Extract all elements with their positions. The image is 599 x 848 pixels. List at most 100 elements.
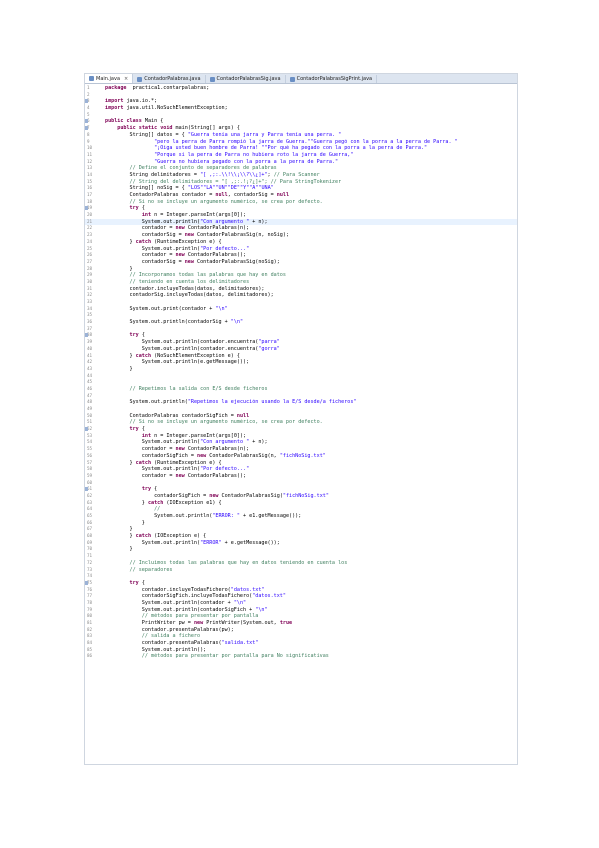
- tab-2[interactable]: ContadorPalabrasSig.java: [206, 75, 286, 83]
- code-line[interactable]: 35: [85, 312, 517, 319]
- code-line[interactable]: 48 System.out.println("Repetimos la ejec…: [85, 399, 517, 406]
- code-line[interactable]: 55 contador = new ContadorPalabras(n);: [85, 446, 517, 453]
- code-line[interactable]: 79 System.out.println(contadorSigFich + …: [85, 607, 517, 614]
- code-line[interactable]: 66 }: [85, 520, 517, 527]
- code-line[interactable]: 82 contador.presentaPalabras(pw);: [85, 627, 517, 634]
- code-line[interactable]: 8 String[] datos = { "Guerra tenía una j…: [85, 132, 517, 139]
- code-line[interactable]: 43 }: [85, 366, 517, 373]
- code-line[interactable]: 6 public class Main {: [85, 118, 517, 125]
- code-line[interactable]: 73 // separadores: [85, 567, 517, 574]
- code-line[interactable]: 72 // Incluimos todas las palabras que h…: [85, 560, 517, 567]
- code-line[interactable]: 78 System.out.println(contador + "\n": [85, 600, 517, 607]
- code-line[interactable]: 62 contadorSigFich = new ContadorPalabra…: [85, 493, 517, 500]
- code-line[interactable]: 9 "pero la perra de Parra rompió la jarr…: [85, 139, 517, 146]
- code-line[interactable]: 21 System.out.println("Con argumento " +…: [85, 218, 517, 226]
- code-line[interactable]: 56 contadorSigFich = new ContadorPalabra…: [85, 453, 517, 460]
- code-line[interactable]: 17 ContadorPalabras contador = null, con…: [85, 192, 517, 199]
- code-line[interactable]: 80 // métodos para presentar por pantall…: [85, 613, 517, 620]
- fold-marker-icon[interactable]: [85, 206, 88, 211]
- code-line[interactable]: 85 System.out.println();: [85, 647, 517, 654]
- code-line[interactable]: 77 contadorSigFich.incluyeTodasFichero("…: [85, 593, 517, 600]
- code-line[interactable]: 28 }: [85, 266, 517, 273]
- tab-0[interactable]: Main.java ×: [85, 74, 134, 83]
- code-line[interactable]: 25 System.out.println("Por defecto...": [85, 246, 517, 253]
- code-line[interactable]: 29 // Incorporamos todas las palabras qu…: [85, 272, 517, 279]
- code-line[interactable]: 64 //: [85, 506, 517, 513]
- code-line[interactable]: 34 System.out.print(contador + "\n": [85, 306, 517, 313]
- code-line[interactable]: 46 // Repetimos la salida con E/S desde …: [85, 386, 517, 393]
- code-line[interactable]: 1 package practica1.contarpalabras;: [85, 85, 517, 92]
- code-line[interactable]: 63 } catch (IOException e1) {: [85, 500, 517, 507]
- code-line[interactable]: 5: [85, 112, 517, 119]
- close-tab-icon[interactable]: ×: [124, 76, 128, 82]
- code-line[interactable]: 12 "Guerra no hubiera pegado con la porr…: [85, 159, 517, 166]
- code-line[interactable]: 30 // teniendo en cuenta los delimitador…: [85, 279, 517, 286]
- code-line[interactable]: 16 String[] noSig = { "LOS""LA""UN""DE""…: [85, 185, 517, 192]
- code-area[interactable]: 1 package practica1.contarpalabras; 2 3 impo…: [85, 84, 517, 660]
- code-line[interactable]: 49: [85, 406, 517, 413]
- code-line[interactable]: 15 // String del delimitadores = "[ ,;:.…: [85, 179, 517, 186]
- code-line[interactable]: 33: [85, 299, 517, 306]
- code-line[interactable]: 51 // Si no se incluye un argumento numé…: [85, 419, 517, 426]
- code-line[interactable]: 7 public static void main(String[] args)…: [85, 125, 517, 132]
- code-line[interactable]: 36 System.out.println(contadorSig + "\n": [85, 319, 517, 326]
- code-line[interactable]: 41 } catch (NoSuchElementException e) {: [85, 353, 517, 360]
- code-line[interactable]: 18 // Si no se incluye un argumento numé…: [85, 199, 517, 206]
- code-line[interactable]: 11 "Porque si la perra de Parra no hubie…: [85, 152, 517, 159]
- code-line[interactable]: 26 contador = new ContadorPalabras();: [85, 252, 517, 259]
- code-line[interactable]: 59 contador = new ContadorPalabras();: [85, 473, 517, 480]
- code-line[interactable]: 39 System.out.println(contador.encuentra…: [85, 339, 517, 346]
- code-line[interactable]: 2: [85, 92, 517, 99]
- fold-marker-icon[interactable]: [85, 126, 88, 131]
- code-line[interactable]: 52 try {: [85, 426, 517, 433]
- code-line[interactable]: 76 contador.incluyeTodasFichero("datos.t…: [85, 587, 517, 594]
- code-line[interactable]: 50 ContadorPalabras contadorSigFich = nu…: [85, 413, 517, 420]
- code-line[interactable]: 27 contadorSig = new ContadorPalabrasSig…: [85, 259, 517, 266]
- code-line[interactable]: 69 System.out.println("ERROR" + e.getMes…: [85, 540, 517, 547]
- code-line[interactable]: 71: [85, 553, 517, 560]
- fold-marker-icon[interactable]: [85, 427, 88, 432]
- fold-marker-icon[interactable]: [85, 99, 88, 104]
- fold-marker-icon[interactable]: [85, 333, 88, 338]
- fold-marker-icon[interactable]: [85, 119, 88, 124]
- fold-marker-icon[interactable]: [85, 580, 88, 585]
- code-line[interactable]: 44: [85, 373, 517, 380]
- code-line[interactable]: 61 try {: [85, 486, 517, 493]
- code-line[interactable]: 83 // salida a fichero: [85, 633, 517, 640]
- code-line[interactable]: 74: [85, 573, 517, 580]
- code-line[interactable]: 60: [85, 480, 517, 487]
- code-line[interactable]: 45: [85, 379, 517, 386]
- code-line[interactable]: 67 }: [85, 526, 517, 533]
- code-line[interactable]: 70 }: [85, 546, 517, 553]
- code-line[interactable]: 13 // Define el conjunto de separadores …: [85, 165, 517, 172]
- code-line[interactable]: 53 int n = Integer.parseInt(args[0]);: [85, 433, 517, 440]
- code-line[interactable]: 58 System.out.println("Por defecto...": [85, 466, 517, 473]
- code-line[interactable]: 32 contadorSig.incluyeTodas(datos, delim…: [85, 292, 517, 299]
- tab-3[interactable]: ContadorPalabrasSigPrint.java: [286, 75, 378, 83]
- code-line[interactable]: 37: [85, 326, 517, 333]
- code-line[interactable]: 23 contadorSig = new ContadorPalabrasSig…: [85, 232, 517, 239]
- code-line[interactable]: 10 "¡Oiga usted buen hombre de Parra! ""…: [85, 145, 517, 152]
- code-line[interactable]: 14 String delimitadores = "[ ,;:.\\!\\¡\…: [85, 172, 517, 179]
- code-line[interactable]: 81 PrintWriter pw = new PrintWriter(Syst…: [85, 620, 517, 627]
- code-line[interactable]: 19 try {: [85, 205, 517, 212]
- code-line[interactable]: 75 try {: [85, 580, 517, 587]
- code-line[interactable]: 38 try {: [85, 332, 517, 339]
- code-line[interactable]: 4 import java.util.NoSuchElementException…: [85, 105, 517, 112]
- code-line[interactable]: 86 // métodos para presentar por pantall…: [85, 653, 517, 660]
- code-line[interactable]: 3 import java.io.*;: [85, 98, 517, 105]
- code-line[interactable]: 84 contador.presentaPalabras("salida.txt…: [85, 640, 517, 647]
- code-line[interactable]: 31 contador.incluyeTodas(datos, delimita…: [85, 286, 517, 293]
- code-line[interactable]: 40 System.out.println(contador.encuentra…: [85, 346, 517, 353]
- tab-1[interactable]: ContadorPalabras.java: [133, 75, 206, 83]
- code-line[interactable]: 57 } catch (RuntimeException e) {: [85, 460, 517, 467]
- code-line[interactable]: 22 contador = new ContadorPalabras(n);: [85, 225, 517, 232]
- code-line[interactable]: 65 System.out.println("ERROR: " + e1.get…: [85, 513, 517, 520]
- code-line[interactable]: 47: [85, 393, 517, 400]
- fold-marker-icon[interactable]: [85, 487, 88, 492]
- code-editor[interactable]: Main.java × ContadorPalabras.java ContadorP…: [84, 73, 518, 765]
- code-line[interactable]: 20 int n = Integer.parseInt(args[0]);: [85, 212, 517, 219]
- code-line[interactable]: 54 System.out.println("Con argumento " +…: [85, 439, 517, 446]
- code-line[interactable]: 68 } catch (IOException e) {: [85, 533, 517, 540]
- code-line[interactable]: 42 System.out.println(e.getMessage());: [85, 359, 517, 366]
